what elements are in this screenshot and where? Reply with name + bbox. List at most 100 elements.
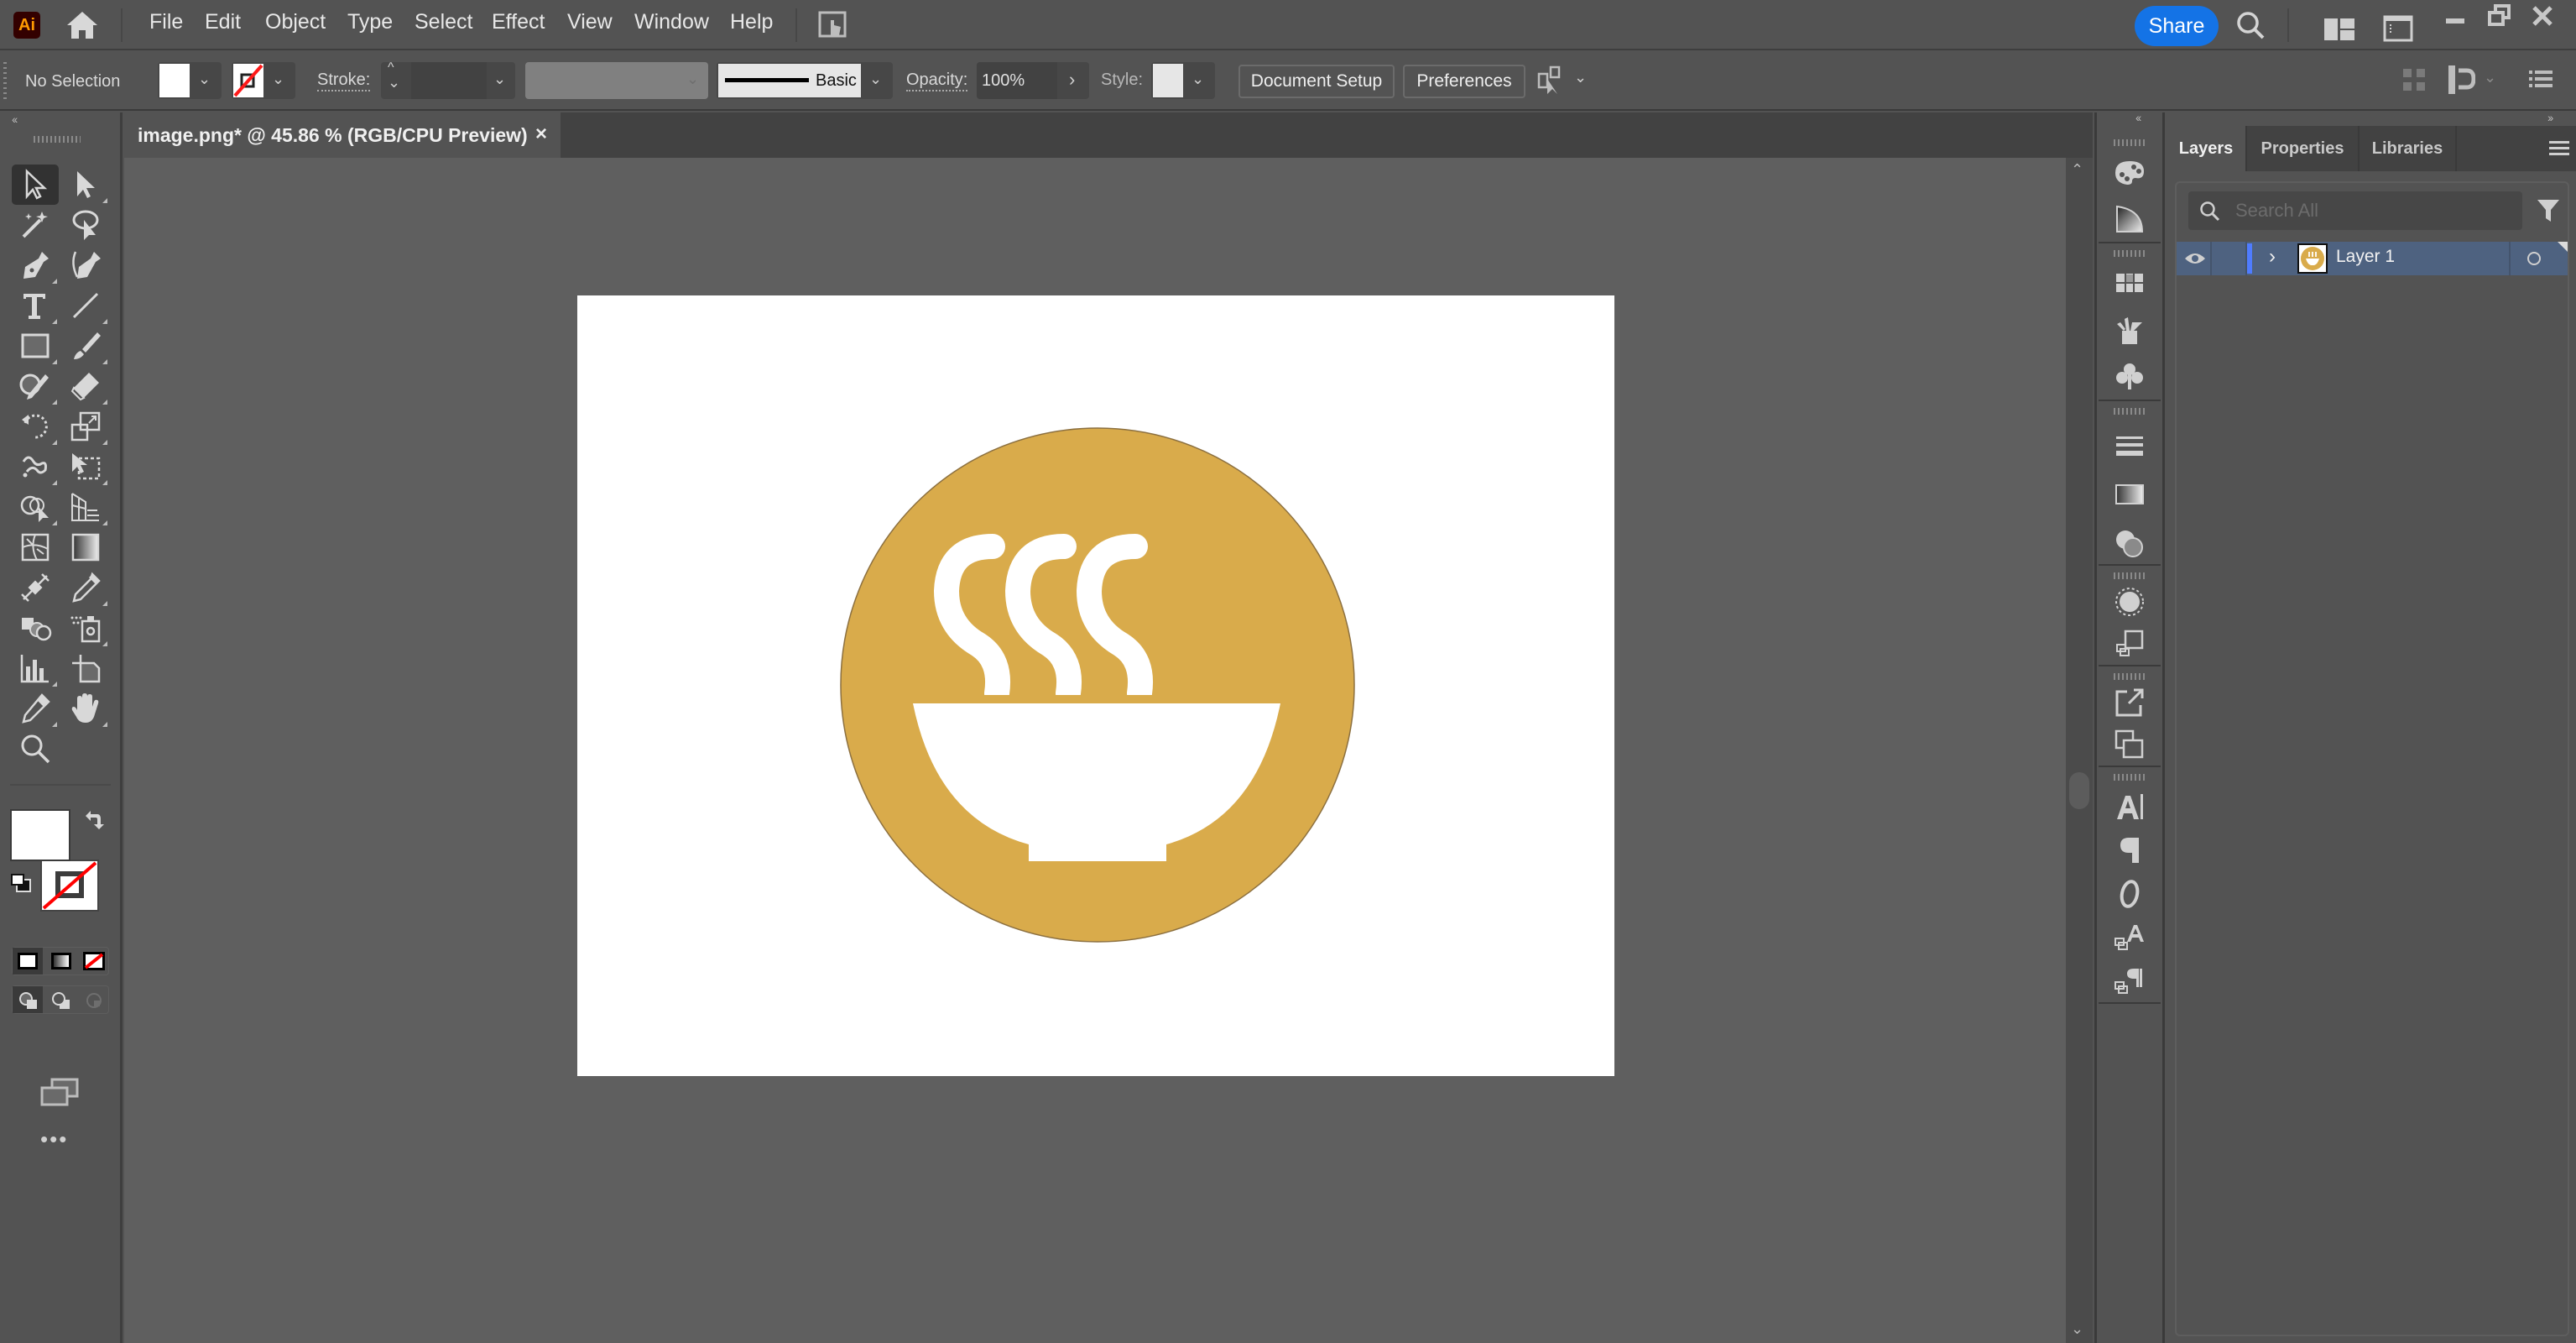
none-mode-button[interactable] [83, 952, 105, 970]
fill-swatch[interactable] [159, 64, 190, 97]
menu-select[interactable]: Select [415, 10, 472, 34]
panel-group-grip[interactable] [2114, 408, 2147, 415]
fill-indicator[interactable] [10, 809, 70, 861]
tab-layers[interactable]: Layers [2167, 126, 2247, 171]
brush-preview[interactable]: Basic [718, 64, 861, 97]
stroke-none-swatch-icon[interactable] [233, 64, 263, 97]
perspective-grid-tool-icon[interactable] [62, 487, 109, 527]
warp-tool-icon[interactable] [12, 447, 59, 487]
toolbar-grip[interactable] [34, 136, 81, 143]
share-button[interactable]: Share [2135, 6, 2219, 46]
menu-view[interactable]: View [567, 10, 613, 34]
color-guide-panel-icon[interactable] [2112, 201, 2147, 237]
change-screen-mode-icon[interactable] [39, 1078, 81, 1108]
stroke-indicator[interactable] [40, 860, 99, 912]
control-bar-grip[interactable] [3, 62, 7, 101]
scrollbar-thumb[interactable] [2069, 772, 2089, 809]
style-swatch[interactable] [1153, 64, 1183, 97]
home-icon[interactable] [64, 10, 101, 40]
layer-row[interactable]: › Layer 1 [2177, 242, 2568, 275]
scale-tool-icon[interactable] [62, 406, 109, 447]
transparency-panel-icon[interactable] [2112, 525, 2147, 561]
direct-selection-tool-icon[interactable] [62, 165, 109, 205]
rectangle-tool-icon[interactable] [12, 326, 59, 366]
brush-definition-control[interactable]: Basic ⌄ [717, 62, 893, 99]
eraser-tool-icon[interactable] [62, 366, 109, 406]
vertical-scrollbar[interactable]: ⌃ ⌄ [2066, 158, 2093, 1343]
variable-width-profile[interactable]: ⌄ [525, 62, 708, 99]
minimize-icon[interactable] [2443, 12, 2469, 29]
close-window-icon[interactable] [2531, 5, 2554, 27]
edit-toolbar-button[interactable]: ••• [40, 1126, 68, 1152]
layer-name[interactable]: Layer 1 [2336, 247, 2395, 267]
pen-tool-icon[interactable] [12, 245, 59, 285]
gradient-tool-icon[interactable] [62, 527, 109, 567]
stroke-panel-icon[interactable] [2112, 428, 2147, 463]
shape-builder-tool-icon[interactable] [12, 487, 59, 527]
arrange-documents-icon[interactable] [2324, 17, 2354, 40]
menu-file[interactable]: File [149, 10, 183, 34]
panel-group-grip[interactable] [2114, 774, 2147, 781]
paintbrush-tool-icon[interactable] [62, 326, 109, 366]
gradient-mode-button[interactable] [51, 953, 71, 969]
select-similar-icon[interactable] [1537, 65, 1567, 96]
draw-behind-icon[interactable] [50, 990, 72, 1011]
filter-icon[interactable] [2536, 198, 2561, 223]
layers-search-input[interactable] [2235, 191, 2512, 230]
chevron-right-icon[interactable]: › [1069, 69, 1075, 91]
chevron-down-icon[interactable]: ⌄ [272, 71, 284, 88]
paragraph-styles-panel-icon[interactable] [2112, 964, 2147, 999]
character-panel-icon[interactable] [2112, 789, 2147, 824]
rotate-tool-icon[interactable] [12, 406, 59, 447]
graphic-style-control[interactable]: ⌄ [1151, 62, 1215, 99]
tab-properties[interactable]: Properties [2247, 126, 2360, 171]
chevron-down-icon[interactable]: ⌄ [493, 71, 506, 88]
target-circle-icon[interactable] [2526, 250, 2542, 267]
draw-normal-icon[interactable] [18, 990, 39, 1011]
menu-edit[interactable]: Edit [205, 10, 241, 34]
opentype-panel-icon[interactable] [2112, 876, 2147, 912]
collapse-toolbar-icon[interactable]: ‹‹ [12, 112, 18, 126]
touch-workspace-icon[interactable] [817, 10, 851, 40]
lasso-tool-icon[interactable] [62, 205, 109, 245]
panel-menu-icon[interactable] [2549, 139, 2569, 156]
collapse-panel-icon[interactable]: ›› [2547, 111, 2553, 124]
width-tool-icon[interactable] [12, 567, 59, 608]
draw-inside-icon[interactable] [83, 990, 105, 1011]
artboard[interactable] [577, 295, 1614, 1076]
zoom-tool-icon[interactable] [12, 729, 59, 769]
chevron-down-icon[interactable]: ⌄ [686, 71, 699, 88]
stroke-label[interactable]: Stroke: [317, 71, 371, 91]
restore-icon[interactable] [2487, 3, 2512, 29]
selection-tool-icon[interactable] [12, 165, 59, 205]
search-icon[interactable] [2235, 10, 2266, 40]
layers-search-field[interactable] [2188, 191, 2522, 230]
tab-libraries[interactable]: Libraries [2360, 126, 2457, 171]
expand-layer-chevron-icon[interactable]: › [2269, 245, 2276, 269]
stroke-color-control[interactable]: ⌄ [232, 62, 295, 99]
scroll-down-icon[interactable]: ⌄ [2071, 1320, 2083, 1338]
artboard-tool-icon[interactable] [62, 648, 109, 688]
free-transform-tool-icon[interactable] [62, 447, 109, 487]
paragraph-panel-icon[interactable] [2112, 833, 2147, 868]
brushes-panel-icon[interactable] [2112, 312, 2147, 348]
expand-panels-icon[interactable]: ‹‹ [2135, 111, 2141, 124]
chevron-down-icon[interactable]: ⌄ [2484, 69, 2496, 86]
menu-type[interactable]: Type [347, 10, 393, 34]
menu-help[interactable]: Help [730, 10, 773, 34]
chevron-down-icon[interactable]: ⌄ [1574, 69, 1587, 86]
opacity-value[interactable]: 100% [982, 71, 1025, 91]
blend-tool-icon[interactable] [12, 608, 59, 648]
color-panel-icon[interactable] [2112, 154, 2147, 190]
character-styles-panel-icon[interactable] [2112, 920, 2147, 955]
chevron-down-icon[interactable]: ⌄ [869, 71, 882, 88]
column-graph-tool-icon[interactable] [12, 648, 59, 688]
scroll-up-icon[interactable]: ⌃ [2071, 161, 2083, 179]
symbol-sprayer-tool-icon[interactable] [62, 608, 109, 648]
menu-object[interactable]: Object [265, 10, 326, 34]
appearance-panel-icon[interactable] [2112, 584, 2147, 619]
close-tab-icon[interactable]: × [535, 123, 547, 146]
visibility-eye-icon[interactable] [2183, 250, 2207, 267]
stroke-weight-field[interactable]: ^ ⌄ ⌄ [381, 60, 515, 99]
transform-grid-icon[interactable] [2401, 67, 2427, 92]
